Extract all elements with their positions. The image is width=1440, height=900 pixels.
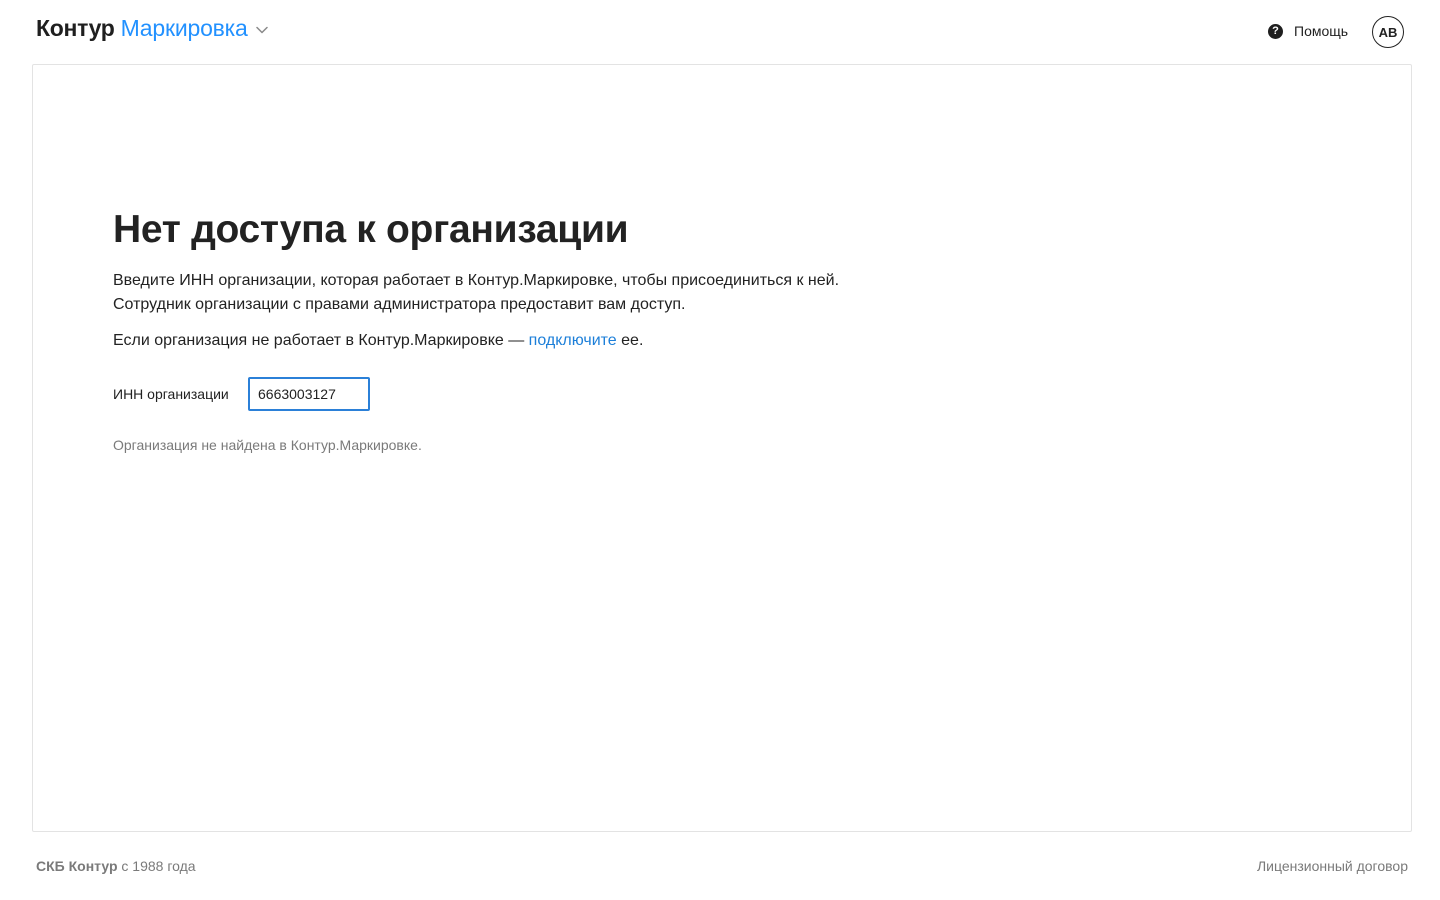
intro-line-1: Введите ИНН организации, которая работае… [113, 272, 840, 289]
connect-suffix: ее. [616, 332, 644, 349]
connect-link[interactable]: подключите [529, 332, 617, 349]
main-card: Нет доступа к организации Введите ИНН ор… [32, 64, 1412, 832]
chevron-down-icon [255, 26, 268, 34]
question-circle-icon: ? [1268, 23, 1283, 39]
inn-label: ИНН организации [113, 386, 229, 402]
product-switcher[interactable]: Контур Маркировка [36, 15, 268, 42]
page-title: Нет доступа к организации [113, 208, 629, 251]
help-label: Помощь [1294, 23, 1349, 39]
logo-brand: Контур [36, 15, 115, 41]
connect-text: Если организация не работает в Контур.Ма… [113, 329, 1013, 353]
intro-line-2: Сотрудник организации с правами админист… [113, 296, 686, 313]
inn-form-row: ИНН организации [113, 377, 1013, 411]
footer-company: СКБ Контур [36, 858, 118, 874]
intro-text: Введите ИНН организации, которая работае… [113, 269, 1013, 317]
inn-input[interactable] [248, 377, 370, 411]
help-button[interactable]: ? Помощь [1268, 23, 1348, 39]
logo-product: Маркировка [120, 15, 248, 41]
license-link[interactable]: Лицензионный договор [1257, 858, 1408, 874]
avatar[interactable]: АВ [1372, 16, 1404, 48]
footer-since: с 1988 года [117, 858, 196, 874]
main-content: Нет доступа к организации Введите ИНН ор… [113, 205, 1013, 453]
error-message: Организация не найдена в Контур.Маркиров… [113, 437, 422, 453]
connect-prefix: Если организация не работает в Контур.Ма… [113, 332, 529, 349]
header: Контур Маркировка ? Помощь АВ [0, 0, 1440, 64]
footer-copyright: СКБ Контур с 1988 года [36, 858, 196, 874]
